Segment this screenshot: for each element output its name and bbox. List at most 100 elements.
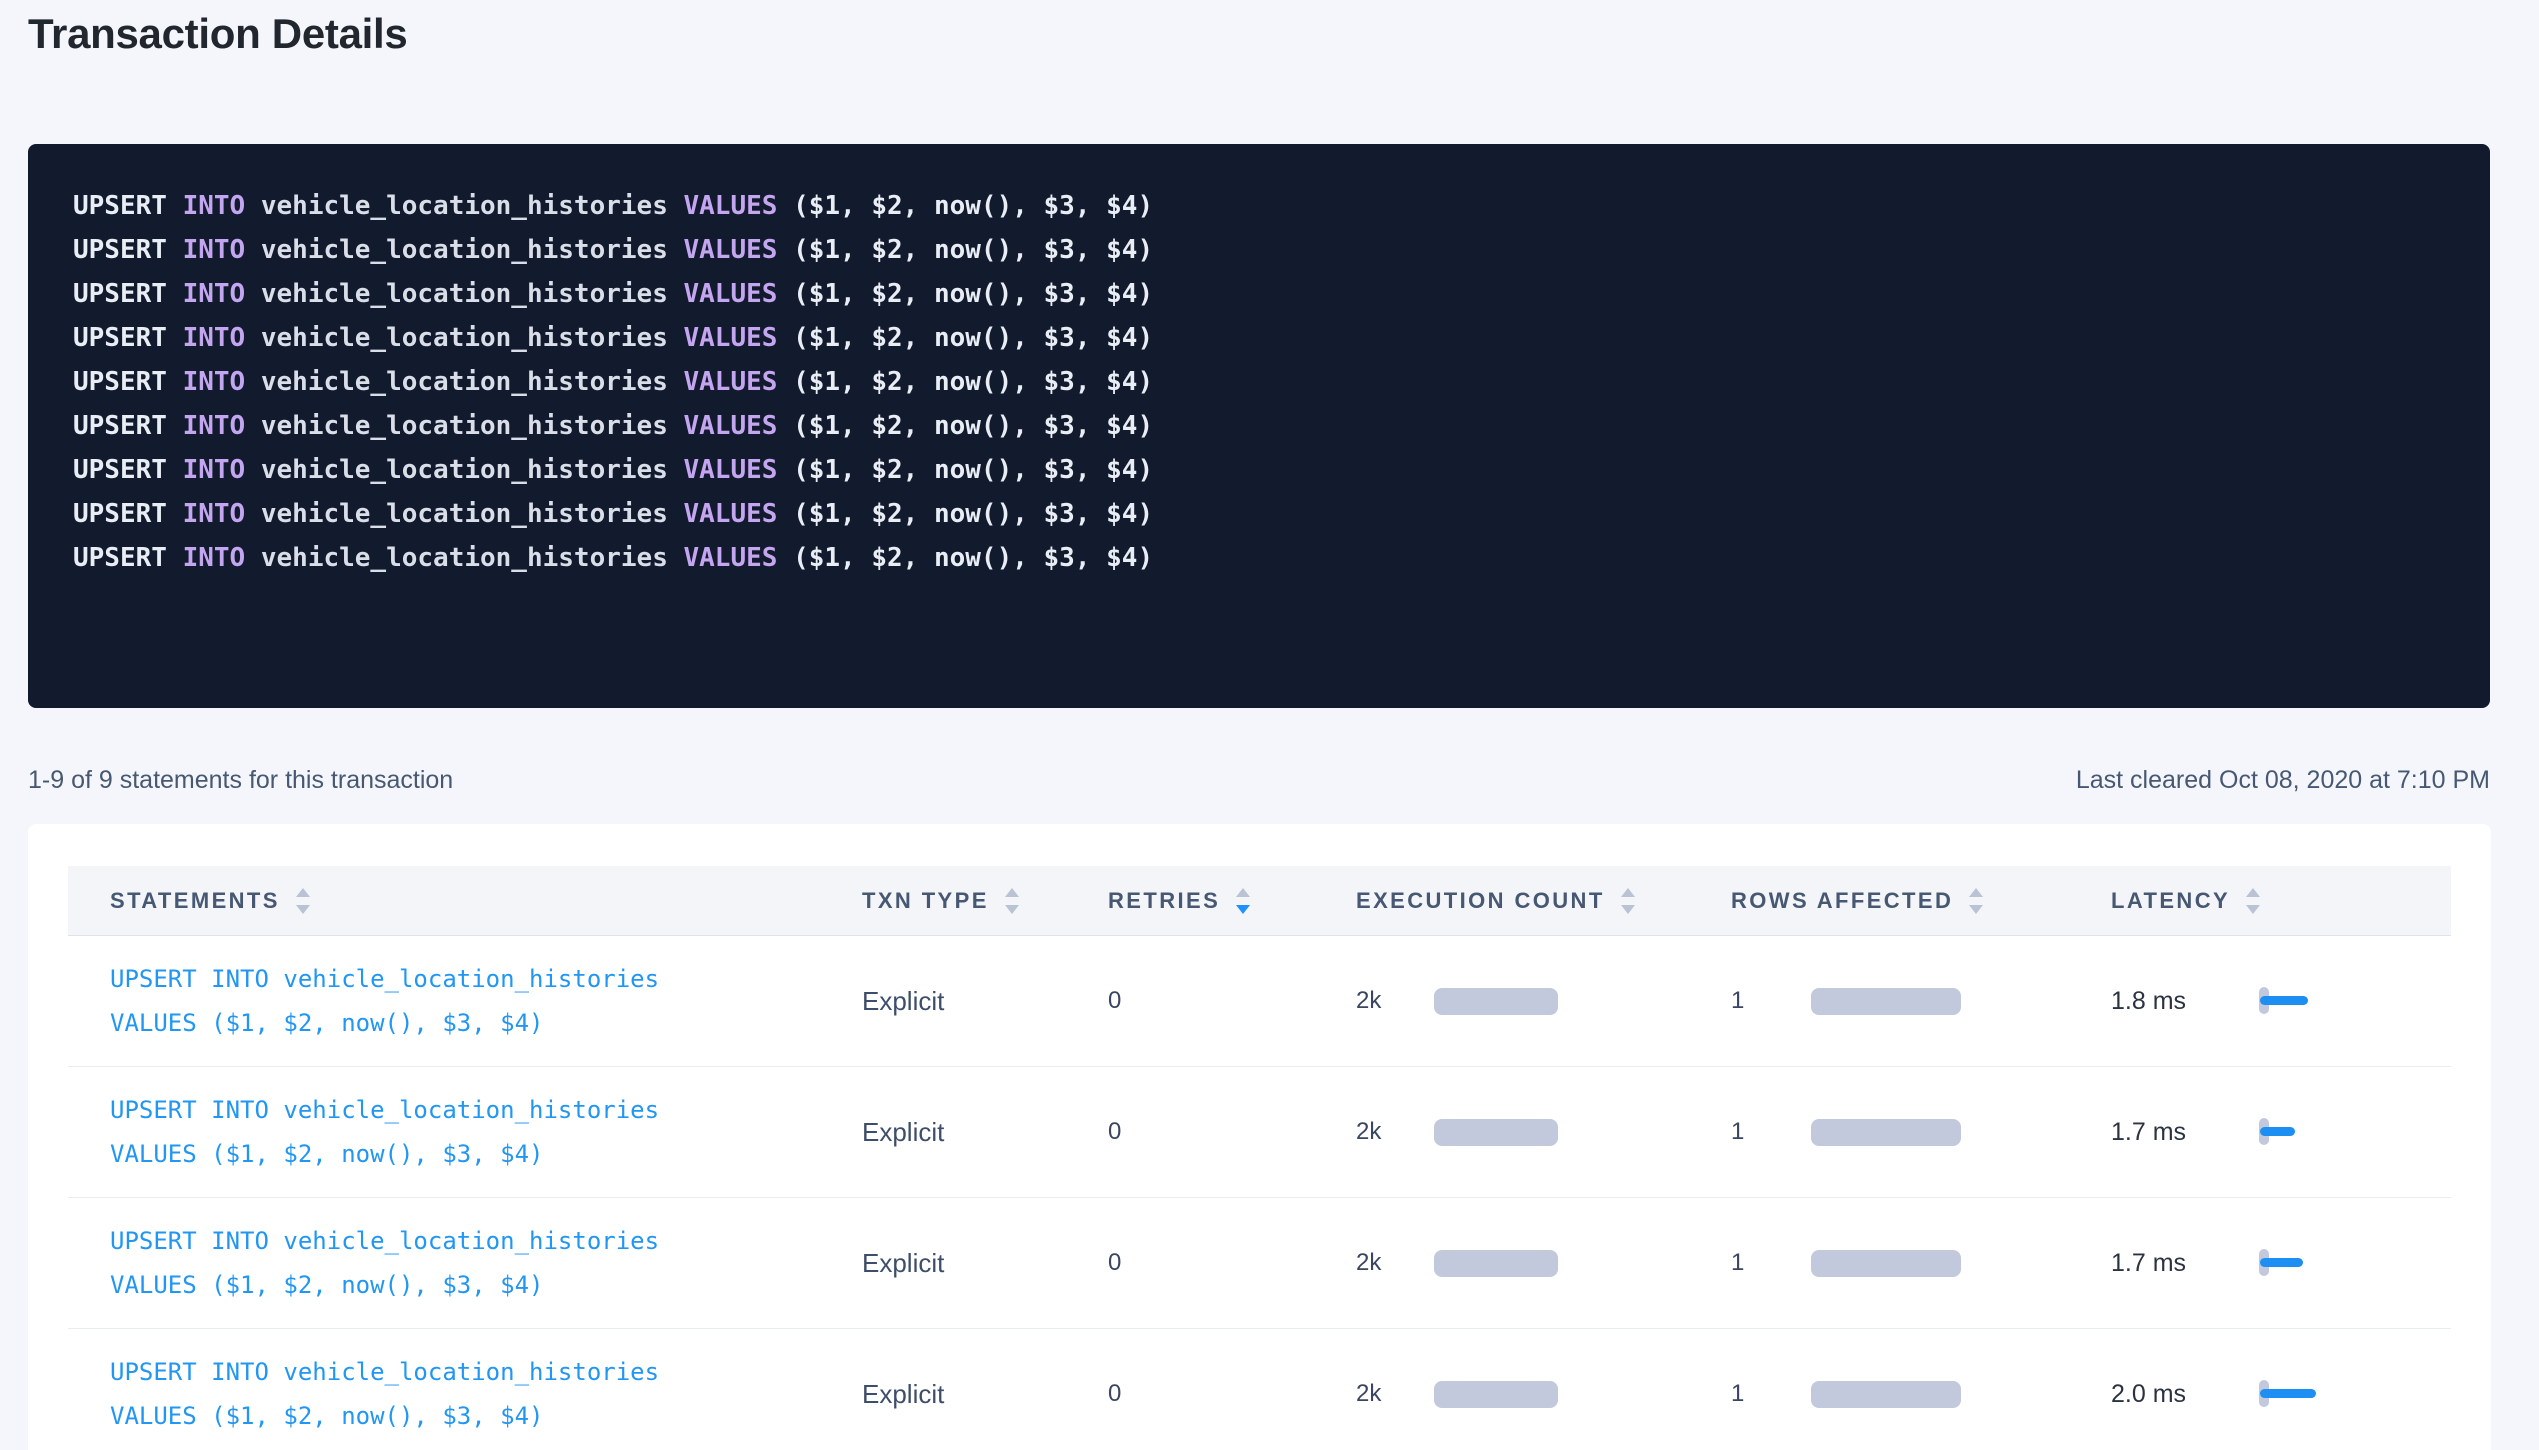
sql-code-line: UPSERT INTO vehicle_location_histories V… [73, 184, 2445, 228]
column-header-label: RETRIES [1108, 888, 1220, 914]
execution-count-cell: 2k [1356, 1249, 1731, 1277]
statement-cell: UPSERT INTO vehicle_location_histories V… [68, 1350, 862, 1438]
statement-link[interactable]: UPSERT INTO vehicle_location_histories [110, 1088, 862, 1132]
latency-value: 1.8 ms [2111, 987, 2259, 1016]
statement-link[interactable]: VALUES ($1, $2, now(), $3, $4) [110, 1132, 862, 1176]
statement-cell: UPSERT INTO vehicle_location_histories V… [68, 1219, 862, 1307]
sort-icons [1005, 888, 1019, 914]
column-header-label: EXECUTION COUNT [1356, 888, 1605, 914]
execution-count-bar [1434, 1119, 1558, 1146]
sort-asc-icon [1236, 888, 1250, 897]
sort-asc-icon [1005, 888, 1019, 897]
execution-count-bar [1434, 988, 1558, 1015]
sort-desc-icon [1621, 905, 1635, 914]
latency-bar [2260, 996, 2308, 1005]
execution-count-value: 2k [1356, 1249, 1434, 1277]
sort-desc-icon [1005, 905, 1019, 914]
execution-count-value: 2k [1356, 1380, 1434, 1408]
column-header-label: LATENCY [2111, 888, 2230, 914]
sort-desc-icon [296, 905, 310, 914]
latency-value: 2.0 ms [2111, 1380, 2259, 1409]
sort-icons [1236, 888, 1250, 914]
execution-count-cell: 2k [1356, 987, 1731, 1015]
sql-code-line: UPSERT INTO vehicle_location_histories V… [73, 228, 2445, 272]
table-row: UPSERT INTO vehicle_location_histories V… [68, 1329, 2451, 1450]
latency-chart [2259, 986, 2329, 1016]
column-header-statements[interactable]: STATEMENTS [68, 888, 862, 914]
txn-type-cell: Explicit [862, 986, 1108, 1017]
retries-cell: 0 [1108, 1380, 1356, 1408]
execution-count-value: 2k [1356, 987, 1434, 1015]
rows-affected-cell: 1 [1731, 987, 2111, 1015]
sort-desc-icon [1236, 905, 1250, 914]
rows-affected-cell: 1 [1731, 1380, 2111, 1408]
last-cleared-text: Last cleared Oct 08, 2020 at 7:10 PM [2076, 766, 2490, 795]
column-header-execution_count[interactable]: EXECUTION COUNT [1356, 888, 1731, 914]
sort-asc-icon [296, 888, 310, 897]
table-row: UPSERT INTO vehicle_location_histories V… [68, 1067, 2451, 1198]
table-body: UPSERT INTO vehicle_location_histories V… [68, 936, 2451, 1450]
sort-asc-icon [2246, 888, 2260, 897]
sql-code-line: UPSERT INTO vehicle_location_histories V… [73, 448, 2445, 492]
retries-cell: 0 [1108, 987, 1356, 1015]
column-header-label: TXN TYPE [862, 888, 989, 914]
table-row: UPSERT INTO vehicle_location_histories V… [68, 1198, 2451, 1329]
sort-icons [296, 888, 310, 914]
column-header-rows_affected[interactable]: ROWS AFFECTED [1731, 888, 2111, 914]
rows-affected-value: 1 [1731, 987, 1811, 1015]
sort-icons [2246, 888, 2260, 914]
sort-desc-icon [2246, 905, 2260, 914]
sql-code-line: UPSERT INTO vehicle_location_histories V… [73, 360, 2445, 404]
txn-type-cell: Explicit [862, 1248, 1108, 1279]
retries-cell: 0 [1108, 1118, 1356, 1146]
sort-icons [1969, 888, 1983, 914]
latency-chart [2259, 1248, 2329, 1278]
rows-affected-value: 1 [1731, 1380, 1811, 1408]
column-header-label: STATEMENTS [110, 888, 280, 914]
sql-code-line: UPSERT INTO vehicle_location_histories V… [73, 316, 2445, 360]
execution-count-cell: 2k [1356, 1380, 1731, 1408]
rows-affected-bar [1811, 988, 1961, 1015]
rows-affected-value: 1 [1731, 1249, 1811, 1277]
rows-affected-cell: 1 [1731, 1249, 2111, 1277]
execution-count-bar [1434, 1250, 1558, 1277]
latency-cell: 1.7 ms [2111, 1248, 2451, 1278]
statement-link[interactable]: UPSERT INTO vehicle_location_histories [110, 957, 862, 1001]
statement-link[interactable]: UPSERT INTO vehicle_location_histories [110, 1350, 862, 1394]
latency-chart [2259, 1379, 2329, 1409]
column-header-label: ROWS AFFECTED [1731, 888, 1953, 914]
latency-bar [2260, 1127, 2295, 1136]
sql-code-line: UPSERT INTO vehicle_location_histories V… [73, 536, 2445, 580]
latency-cell: 2.0 ms [2111, 1379, 2451, 1409]
execution-count-value: 2k [1356, 1118, 1434, 1146]
rows-affected-value: 1 [1731, 1118, 1811, 1146]
sql-code-line: UPSERT INTO vehicle_location_histories V… [73, 404, 2445, 448]
table-header-row: STATEMENTS TXN TYPE RETRIES EXECUTION CO… [68, 866, 2451, 936]
statement-cell: UPSERT INTO vehicle_location_histories V… [68, 957, 862, 1045]
statement-link[interactable]: VALUES ($1, $2, now(), $3, $4) [110, 1394, 862, 1438]
column-header-latency[interactable]: LATENCY [2111, 888, 2451, 914]
sort-asc-icon [1621, 888, 1635, 897]
page-title: Transaction Details [28, 10, 407, 58]
sql-code-line: UPSERT INTO vehicle_location_histories V… [73, 492, 2445, 536]
latency-chart [2259, 1117, 2329, 1147]
sort-asc-icon [1969, 888, 1983, 897]
statement-link[interactable]: VALUES ($1, $2, now(), $3, $4) [110, 1001, 862, 1045]
latency-bar [2260, 1258, 2303, 1267]
sql-code-block: UPSERT INTO vehicle_location_histories V… [28, 144, 2490, 708]
latency-value: 1.7 ms [2111, 1249, 2259, 1278]
txn-type-cell: Explicit [862, 1379, 1108, 1410]
statement-link[interactable]: UPSERT INTO vehicle_location_histories [110, 1219, 862, 1263]
column-header-txn_type[interactable]: TXN TYPE [862, 888, 1108, 914]
rows-affected-cell: 1 [1731, 1118, 2111, 1146]
latency-cell: 1.8 ms [2111, 986, 2451, 1016]
statement-link[interactable]: VALUES ($1, $2, now(), $3, $4) [110, 1263, 862, 1307]
rows-affected-bar [1811, 1381, 1961, 1408]
column-header-retries[interactable]: RETRIES [1108, 888, 1356, 914]
rows-affected-bar [1811, 1250, 1961, 1277]
execution-count-bar [1434, 1381, 1558, 1408]
sort-icons [1621, 888, 1635, 914]
latency-bar [2260, 1389, 2316, 1398]
txn-type-cell: Explicit [862, 1117, 1108, 1148]
statements-table: STATEMENTS TXN TYPE RETRIES EXECUTION CO… [68, 866, 2451, 1450]
